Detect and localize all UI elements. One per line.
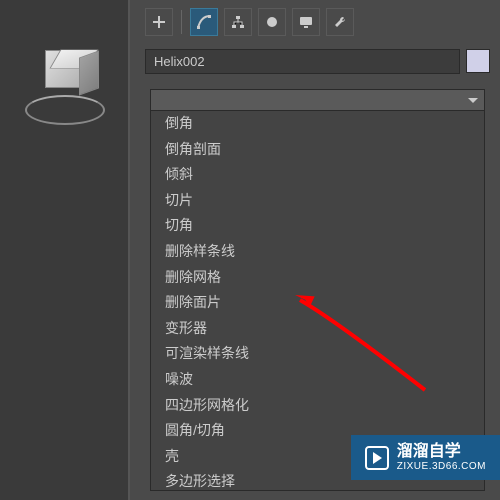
chevron-down-icon [468, 98, 478, 103]
modifier-item[interactable]: 切片 [151, 188, 484, 214]
utilities-tab[interactable] [326, 8, 354, 36]
modifier-item[interactable]: 删除样条线 [151, 239, 484, 265]
create-tab[interactable] [145, 8, 173, 36]
modifier-item[interactable]: 切角 [151, 213, 484, 239]
display-tab[interactable] [292, 8, 320, 36]
modifier-item[interactable]: 删除网格 [151, 265, 484, 291]
watermark: 溜溜自学 ZIXUE.3D66.COM [351, 435, 500, 480]
modifier-dropdown-header[interactable] [150, 89, 485, 111]
modify-tab[interactable] [190, 8, 218, 36]
modifier-item[interactable]: 删除面片 [151, 290, 484, 316]
modifier-item[interactable]: 变形器 [151, 316, 484, 342]
watermark-url: ZIXUE.3D66.COM [397, 461, 486, 472]
motion-tab[interactable] [258, 8, 286, 36]
command-panel-tabs [135, 0, 500, 44]
hierarchy-tab[interactable] [224, 8, 252, 36]
modifier-item[interactable]: 可渲染样条线 [151, 341, 484, 367]
object-name-input[interactable] [145, 49, 460, 74]
modifier-item[interactable]: 四边形网格化 [151, 393, 484, 419]
modifier-item[interactable]: 倒角剖面 [151, 137, 484, 163]
modifier-item[interactable]: 倾斜 [151, 162, 484, 188]
viewport-cube[interactable] [20, 40, 110, 130]
modifier-list[interactable]: 倒角 倒角剖面 倾斜 切片 切角 删除样条线 删除网格 删除面片 变形器 可渲染… [150, 111, 485, 491]
modifier-item[interactable]: 噪波 [151, 367, 484, 393]
object-color-swatch[interactable] [466, 49, 490, 73]
modifier-item[interactable]: 倒角 [151, 111, 484, 137]
play-icon [365, 446, 389, 470]
watermark-title: 溜溜自学 [397, 443, 486, 461]
